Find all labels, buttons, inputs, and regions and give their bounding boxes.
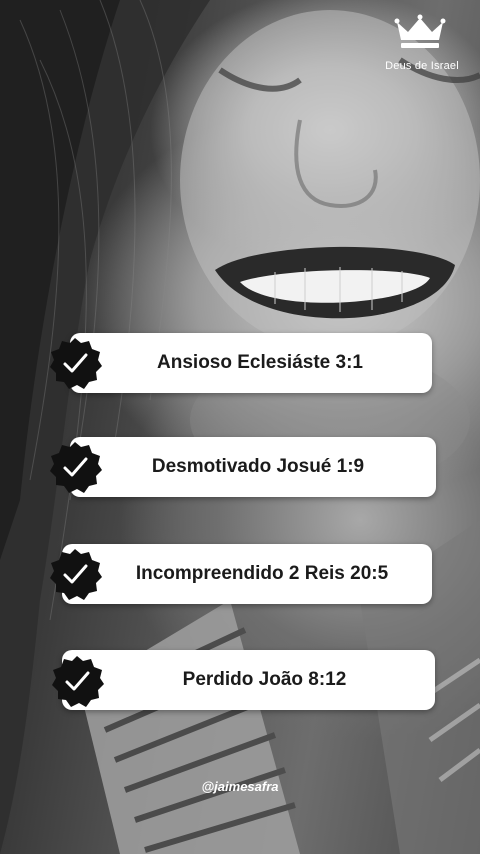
brand-name: Deus de Israel	[385, 60, 459, 72]
verified-check-icon	[50, 442, 102, 493]
list-item-label: Desmotivado Josué 1:9	[151, 456, 365, 477]
verified-check-icon	[50, 338, 102, 389]
crown-icon	[394, 14, 446, 48]
verified-check-icon	[50, 549, 102, 600]
list-item-label: Ansioso Eclesiáste 3:1	[157, 352, 363, 373]
list-item[interactable]: Desmotivado Josué 1:9	[70, 437, 436, 497]
list-item-label: Perdido João 8:12	[182, 669, 347, 690]
author-handle[interactable]: @jaimesafra	[0, 779, 480, 794]
story-background: Deus de Israel Ansioso Eclesiáste 3:1 De…	[0, 0, 480, 854]
list-item[interactable]: Perdido João 8:12	[62, 650, 435, 710]
list-item-label: Incompreendido 2 Reis 20:5	[135, 563, 389, 584]
list-item[interactable]: Incompreendido 2 Reis 20:5	[62, 544, 432, 604]
list-item[interactable]: Ansioso Eclesiáste 3:1	[70, 333, 432, 393]
background-photo	[0, 0, 480, 854]
verified-check-icon	[52, 656, 104, 707]
